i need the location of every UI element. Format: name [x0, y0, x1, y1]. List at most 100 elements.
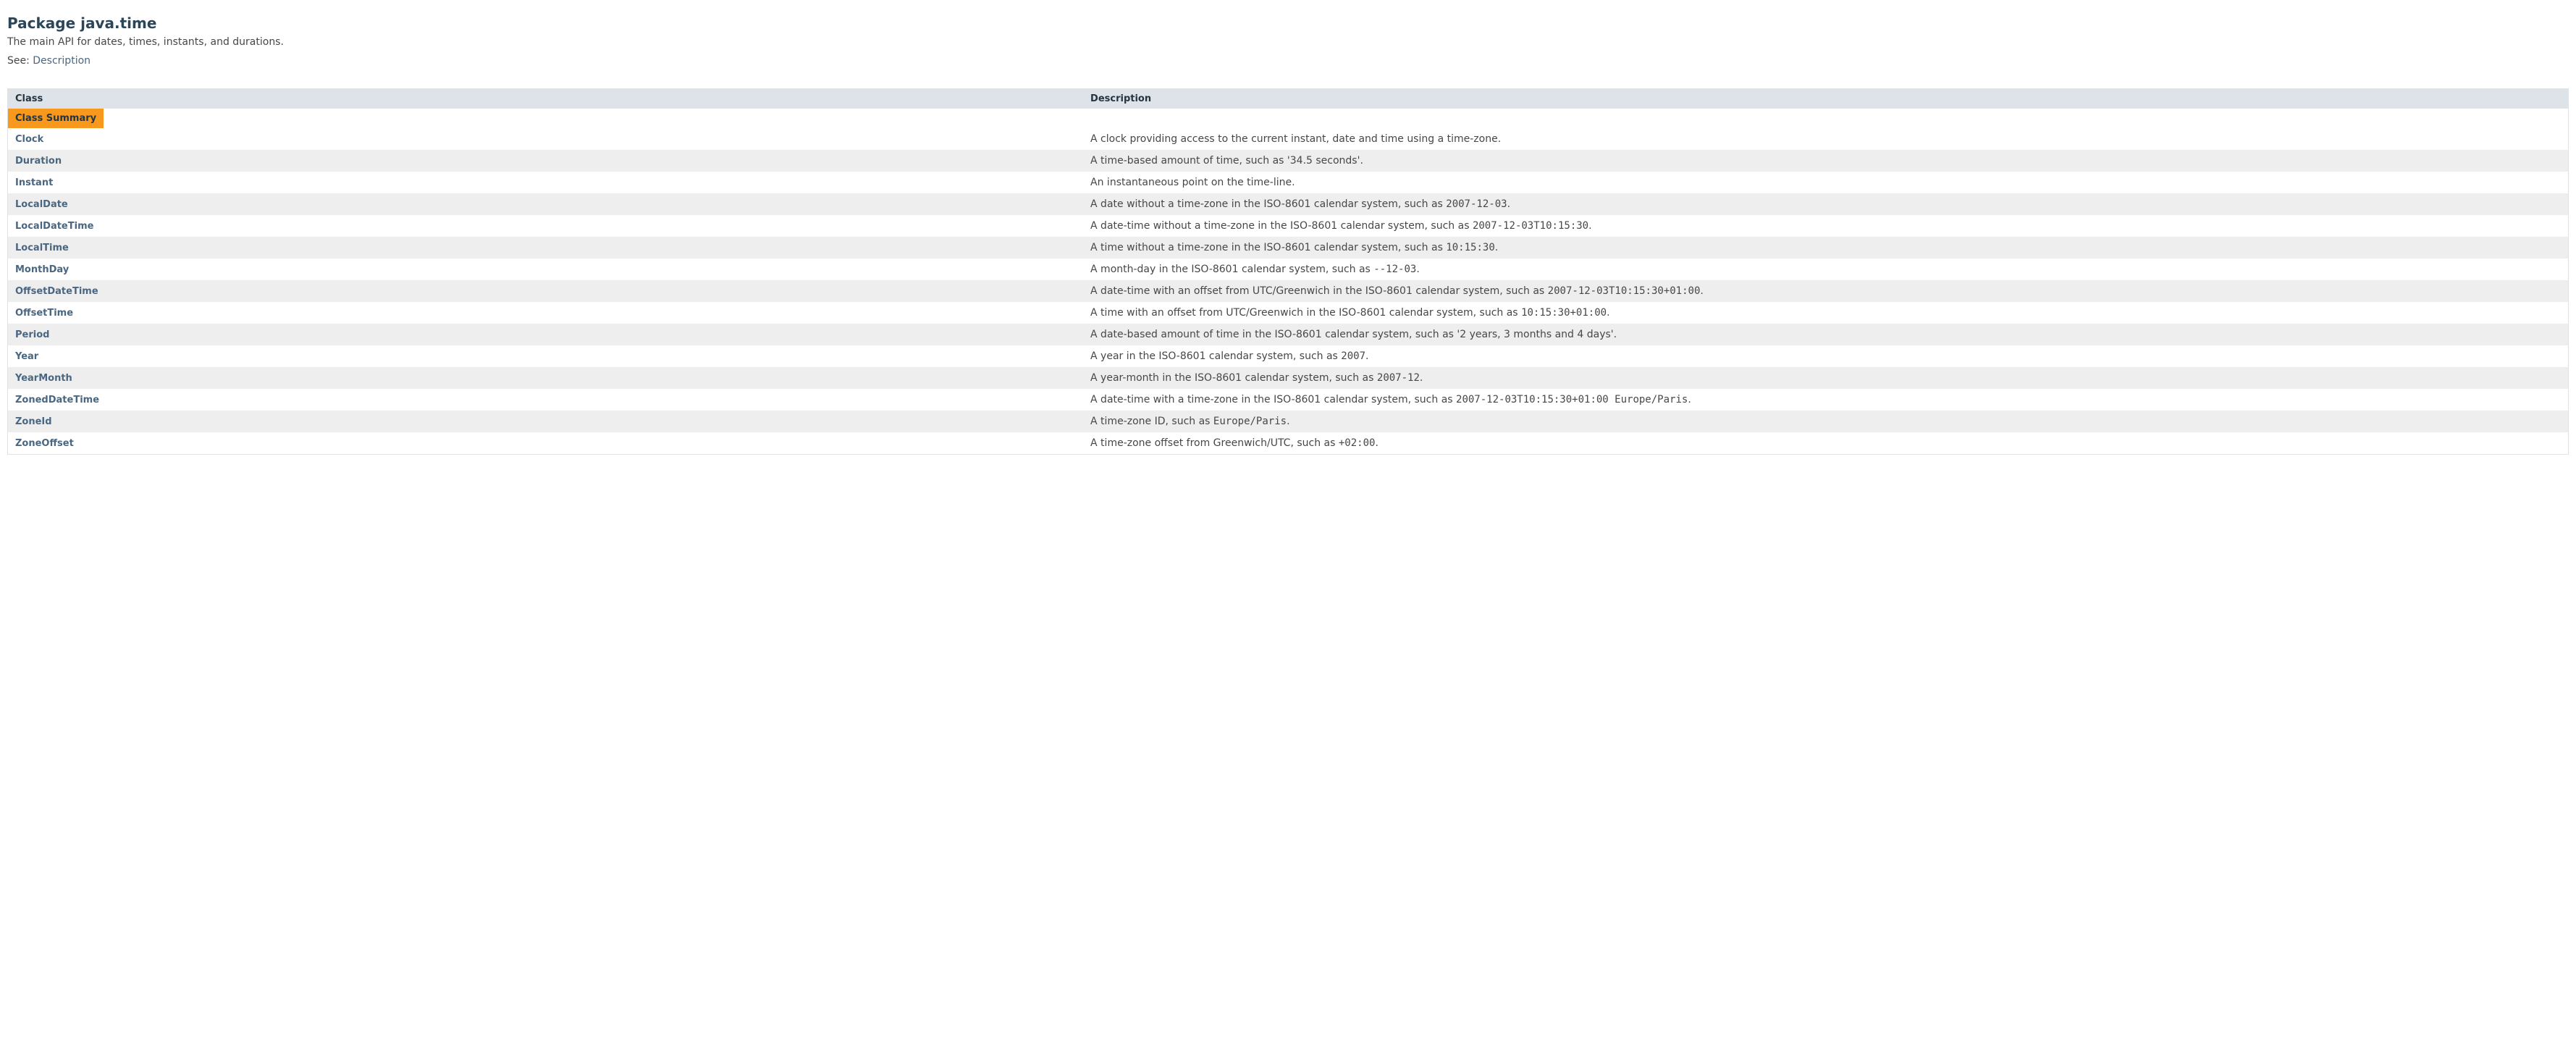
class-cell: LocalTime — [8, 237, 1084, 258]
table-row: OffsetDateTime A date-time with an offset… — [8, 280, 2569, 302]
table-row: ZonedDateTime A date-time with a time-zon… — [8, 389, 2569, 411]
table-row: MonthDay A month-day in the ISO-8601 cale… — [8, 258, 2569, 280]
description-text: A time with an offset from UTC/Greenwich… — [1090, 307, 1521, 319]
table-caption: Class Summary — [8, 109, 104, 128]
table-row: Period A date-based amount of time in the… — [8, 324, 2569, 345]
description-text-post: . — [1375, 437, 1378, 449]
description-code: +02:00 — [1339, 437, 1376, 449]
class-link[interactable]: LocalDateTime — [15, 221, 93, 232]
description-cell: A time-based amount of time, such as '34… — [1083, 150, 2568, 172]
class-link[interactable]: Year — [15, 351, 38, 362]
description-cell: A year-month in the ISO-8601 calendar sy… — [1083, 367, 2568, 389]
table-row: ZoneOffset A time-zone offset from Greenw… — [8, 432, 2569, 455]
description-text-post: . — [1420, 372, 1423, 384]
class-link[interactable]: ZonedDateTime — [15, 395, 99, 405]
class-link[interactable]: OffsetTime — [15, 308, 73, 319]
class-link[interactable]: Instant — [15, 177, 53, 188]
description-code: 10:15:30 — [1446, 242, 1494, 253]
class-cell: LocalDate — [8, 193, 1084, 215]
description-cell: A time with an offset from UTC/Greenwich… — [1083, 302, 2568, 324]
see-line: See: Description — [7, 55, 2569, 67]
description-text-post: . — [1287, 416, 1289, 427]
class-link[interactable]: YearMonth — [15, 373, 72, 384]
class-cell: Duration — [8, 150, 1084, 172]
description-text: A time-zone offset from Greenwich/UTC, s… — [1090, 437, 1339, 449]
description-text: A date-based amount of time in the ISO-8… — [1090, 329, 1617, 340]
description-code: 2007-12-03T10:15:30+01:00 Europe/Paris — [1456, 394, 1688, 405]
description-text: A date without a time-zone in the ISO-86… — [1090, 198, 1446, 210]
description-text: A date-time with an offset from UTC/Gree… — [1090, 285, 1548, 297]
description-text-post: . — [1688, 394, 1691, 405]
description-cell: A date-time without a time-zone in the I… — [1083, 215, 2568, 237]
description-text-post: . — [1700, 285, 1703, 297]
class-cell: LocalDateTime — [8, 215, 1084, 237]
description-text: A year-month in the ISO-8601 calendar sy… — [1090, 372, 1377, 384]
class-cell: ZonedDateTime — [8, 389, 1084, 411]
description-text: An instantaneous point on the time-line. — [1090, 177, 1295, 188]
description-cell: A clock providing access to the current … — [1083, 128, 2568, 150]
class-link[interactable]: ZoneId — [15, 416, 52, 427]
table-row: YearMonth A year-month in the ISO-8601 ca… — [8, 367, 2569, 389]
class-link[interactable]: OffsetDateTime — [15, 286, 98, 297]
class-link[interactable]: Clock — [15, 134, 43, 145]
table-row: LocalDate A date without a time-zone in t… — [8, 193, 2569, 215]
class-cell: Year — [8, 345, 1084, 367]
description-code: Europe/Paris — [1213, 416, 1287, 427]
table-row: LocalDateTime A date-time without a time-… — [8, 215, 2569, 237]
description-text: A month-day in the ISO-8601 calendar sys… — [1090, 264, 1373, 275]
class-cell: MonthDay — [8, 258, 1084, 280]
description-code: 2007 — [1341, 350, 1365, 362]
description-cell: A date without a time-zone in the ISO-86… — [1083, 193, 2568, 215]
table-row: ZoneId A time-zone ID, such as Europe/Par… — [8, 411, 2569, 432]
page-title: Package java.time — [7, 14, 2569, 32]
table-row: Instant An instantaneous point on the tim… — [8, 172, 2569, 193]
class-cell: OffsetTime — [8, 302, 1084, 324]
description-text-post: . — [1507, 198, 1510, 210]
page-subtitle: The main API for dates, times, instants,… — [7, 36, 2569, 48]
class-link[interactable]: LocalTime — [15, 243, 69, 253]
class-cell: OffsetDateTime — [8, 280, 1084, 302]
class-cell: Period — [8, 324, 1084, 345]
description-cell: A year in the ISO-8601 calendar system, … — [1083, 345, 2568, 367]
col-header-class: Class — [8, 89, 1084, 109]
description-link[interactable]: Description — [33, 55, 91, 67]
description-text: A time-zone ID, such as — [1090, 416, 1213, 427]
description-code: 2007-12-03T10:15:30+01:00 — [1548, 285, 1701, 297]
description-cell: A time-zone ID, such as Europe/Paris. — [1083, 411, 2568, 432]
description-cell: A date-based amount of time in the ISO-8… — [1083, 324, 2568, 345]
description-code: 2007-12-03 — [1446, 198, 1507, 210]
description-text-post: . — [1588, 220, 1591, 232]
class-cell: Clock — [8, 128, 1084, 150]
description-text: A date-time with a time-zone in the ISO-… — [1090, 394, 1456, 405]
description-code: 2007-12-03T10:15:30 — [1473, 220, 1588, 232]
class-cell: YearMonth — [8, 367, 1084, 389]
description-text-post: . — [1365, 350, 1368, 362]
description-text: A time-based amount of time, such as '34… — [1090, 155, 1363, 167]
description-text: A clock providing access to the current … — [1090, 133, 1501, 145]
see-prefix: See: — [7, 55, 33, 67]
table-row: OffsetTime A time with an offset from UTC… — [8, 302, 2569, 324]
class-link[interactable]: ZoneOffset — [15, 438, 74, 449]
class-link[interactable]: Duration — [15, 156, 62, 167]
table-row: LocalTime A time without a time-zone in t… — [8, 237, 2569, 258]
description-cell: An instantaneous point on the time-line. — [1083, 172, 2568, 193]
description-cell: A month-day in the ISO-8601 calendar sys… — [1083, 258, 2568, 280]
class-link[interactable]: MonthDay — [15, 264, 69, 275]
class-cell: ZoneOffset — [8, 432, 1084, 455]
description-text-post: . — [1607, 307, 1609, 319]
class-link[interactable]: LocalDate — [15, 199, 68, 210]
description-code: 2007-12 — [1377, 372, 1420, 384]
description-code: --12-03 — [1373, 264, 1416, 275]
class-cell: Instant — [8, 172, 1084, 193]
description-text: A time without a time-zone in the ISO-86… — [1090, 242, 1446, 253]
class-link[interactable]: Period — [15, 329, 49, 340]
description-text: A year in the ISO-8601 calendar system, … — [1090, 350, 1341, 362]
description-cell: A date-time with a time-zone in the ISO-… — [1083, 389, 2568, 411]
col-header-description: Description — [1083, 89, 2568, 109]
description-text-post: . — [1416, 264, 1419, 275]
description-cell: A time-zone offset from Greenwich/UTC, s… — [1083, 432, 2568, 455]
table-row: Duration A time-based amount of time, suc… — [8, 150, 2569, 172]
class-cell: ZoneId — [8, 411, 1084, 432]
description-text-post: . — [1495, 242, 1498, 253]
description-cell: A time without a time-zone in the ISO-86… — [1083, 237, 2568, 258]
